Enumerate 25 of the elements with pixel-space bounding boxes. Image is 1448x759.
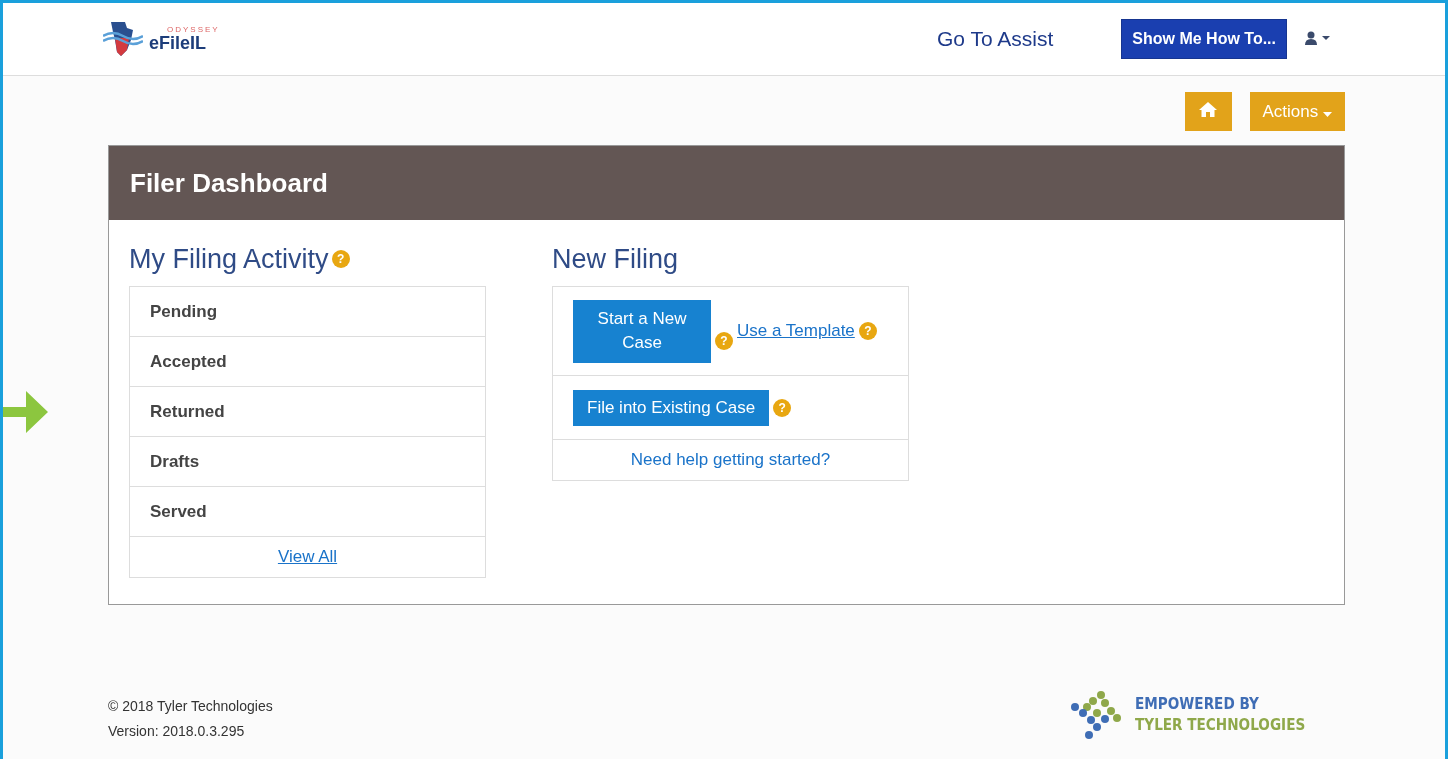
caret-icon	[1323, 111, 1332, 117]
view-all-link[interactable]: View All	[277, 547, 338, 567]
activity-item[interactable]: Accepted	[130, 337, 485, 387]
help-link[interactable]: Need help getting started?	[630, 450, 831, 470]
template-link[interactable]: Use a Template	[737, 321, 855, 341]
activity-item[interactable]: Drafts	[130, 437, 485, 487]
state-logo-icon	[103, 20, 143, 58]
user-icon	[1305, 30, 1331, 45]
assist-link[interactable]: Go To Assist	[936, 27, 1054, 51]
section-heading: My Filing Activity	[129, 243, 329, 275]
logo-wordmark: eFileIL	[149, 34, 207, 52]
start-case-button[interactable]: Start a New Case	[573, 299, 711, 363]
brand-name: TYLER TECHNOLOGIES	[1134, 715, 1305, 736]
panel-title: Filer Dashboard	[130, 167, 328, 199]
version-text: Version: 2018.0.3.295	[108, 723, 246, 739]
section-heading: New Filing	[552, 243, 679, 275]
home-icon	[1199, 101, 1217, 117]
activity-item[interactable]: Returned	[130, 387, 485, 437]
logo-subtitle: ODYSSEY	[167, 26, 220, 34]
brand-tagline: EMPOWERED BY	[1134, 694, 1260, 715]
existing-case-button[interactable]: File into Existing Case	[573, 389, 770, 426]
copyright-text: © 2018 Tyler Technologies	[108, 698, 273, 714]
activity-item[interactable]: Served	[130, 487, 485, 537]
activity-item[interactable]: Pending	[130, 287, 485, 337]
help-button[interactable]: Show Me How To...	[1121, 19, 1287, 59]
